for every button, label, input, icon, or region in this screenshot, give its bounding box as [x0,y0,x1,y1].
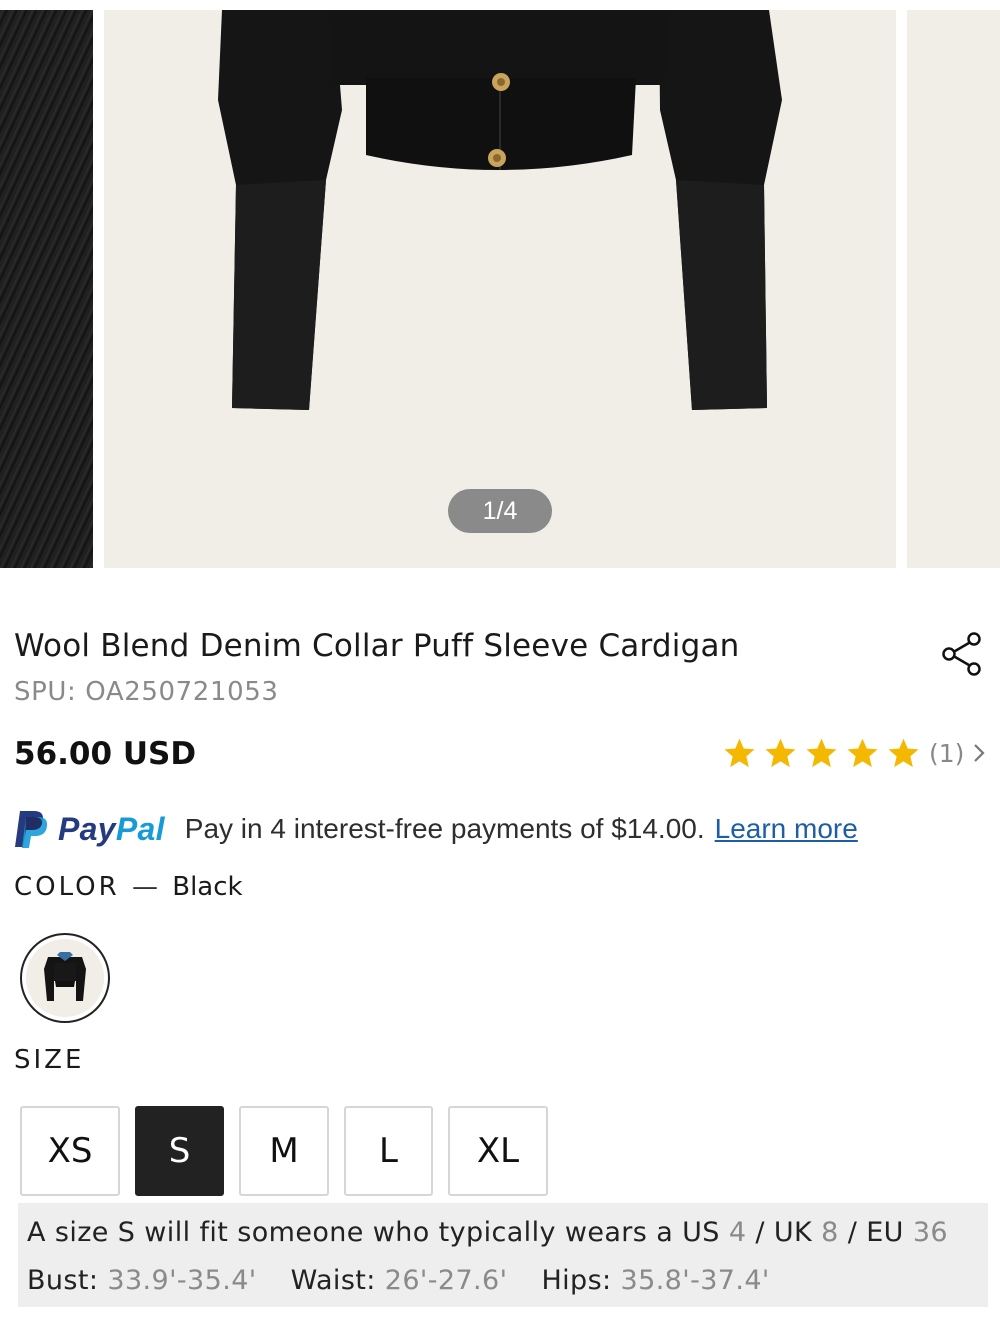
product-price: 56.00 USD [14,736,197,772]
product-image-main[interactable]: 1/4 [104,10,896,568]
star-icon [888,738,919,767]
chevron-right-icon [974,744,985,762]
previous-image-slide[interactable] [0,10,93,568]
size-conversion: A size S will fit someone who typically … [27,1217,948,1248]
cardigan-image [218,10,782,410]
share-icon [942,632,981,676]
size-option-l[interactable]: L [344,1106,433,1196]
paypal-installment-text: Pay in 4 interest-free payments of $14.0… [184,813,705,844]
image-pager: 1/4 [448,489,552,533]
review-count: (1) [929,738,965,768]
swatch-thumbnail [26,939,104,1017]
product-title: Wool Blend Denim Collar Puff Sleeve Card… [14,628,740,664]
share-button[interactable] [940,630,986,678]
paypal-learn-more-link[interactable]: Learn more [715,813,858,845]
paypal-wordmark: PayPal [58,810,165,847]
rating-stars [722,736,927,771]
paypal-message: PayPal Pay in 4 interest-free payments o… [12,806,858,852]
size-fit-info: A size S will fit someone who typically … [18,1203,988,1307]
star-icon [847,738,878,767]
size-label: SIZE [14,1045,85,1075]
color-swatch-black[interactable] [20,933,110,1023]
star-icon [806,738,837,767]
star-icon [724,738,755,767]
selected-color: Black [172,872,243,902]
size-measurements: Bust: 33.9'-35.4' Waist: 26'-27.6' Hips: 3… [27,1265,770,1296]
size-option-s[interactable]: S [135,1106,224,1196]
paypal-logo-icon [15,811,48,848]
size-option-xl[interactable]: XL [448,1106,548,1196]
next-image-slide[interactable] [907,10,1000,568]
size-options: XS S M L XL [20,1106,563,1196]
size-option-xs[interactable]: XS [20,1106,120,1196]
size-option-m[interactable]: M [239,1106,329,1196]
star-icon [765,738,796,767]
product-image-gallery[interactable]: 1/4 [0,0,1000,568]
rating-summary[interactable]: (1) [722,733,988,773]
product-spu: SPU: OA250721053 [14,677,279,707]
color-label: COLOR — Black [14,872,243,902]
